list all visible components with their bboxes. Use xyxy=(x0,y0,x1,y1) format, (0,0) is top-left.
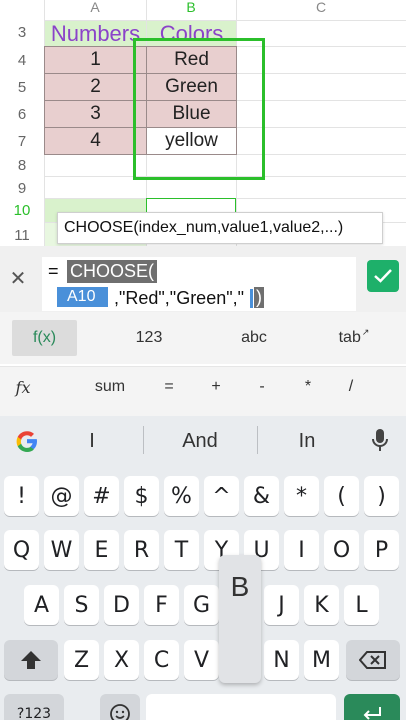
formula-arguments: ,"Red","Green"," xyxy=(114,288,244,308)
row-header[interactable]: 10 xyxy=(0,202,44,219)
key-hash[interactable]: # xyxy=(84,476,119,516)
function-tooltip: CHOOSE(index_num,value1,value2,...) xyxy=(57,212,383,244)
cell-reference-chip[interactable]: A10 xyxy=(57,287,108,307)
divider xyxy=(143,426,144,454)
row-header[interactable]: 4 xyxy=(0,52,44,69)
close-icon: ✕ xyxy=(9,267,27,290)
formula-input[interactable]: = CHOOSE( A10 ,"Red","Green"," ) xyxy=(42,257,356,311)
column-header-c[interactable]: C xyxy=(236,0,406,20)
microphone-icon[interactable] xyxy=(371,428,389,454)
cell-a4[interactable]: 1 xyxy=(44,46,147,74)
key-n[interactable]: N xyxy=(264,640,299,680)
key-s[interactable]: S xyxy=(64,585,99,625)
backspace-key[interactable] xyxy=(346,640,400,680)
formula-function-name: CHOOSE( xyxy=(67,260,158,283)
row-header[interactable]: 5 xyxy=(0,79,44,96)
key-p[interactable]: P xyxy=(364,530,399,570)
fx-key[interactable]: fx xyxy=(12,378,34,397)
emoji-icon xyxy=(110,704,130,720)
key-popup-b: B xyxy=(219,555,261,683)
divide-key[interactable]: / xyxy=(340,378,362,396)
key-f[interactable]: F xyxy=(144,585,179,625)
spreadsheet-grid[interactable]: A B C 3 4 5 6 7 8 9 10 11 Numbers Colors… xyxy=(0,0,406,246)
row-header[interactable]: 11 xyxy=(0,227,44,244)
key-j[interactable]: J xyxy=(264,585,299,625)
enter-key[interactable] xyxy=(344,694,400,720)
key-percent[interactable]: % xyxy=(164,476,199,516)
symbols-key[interactable]: ?123 xyxy=(4,694,64,720)
confirm-button[interactable] xyxy=(367,260,399,292)
backspace-icon xyxy=(359,651,386,669)
row-header[interactable]: 3 xyxy=(0,24,44,41)
suggestion-3[interactable]: In xyxy=(285,430,329,453)
key-close-paren[interactable]: ) xyxy=(364,476,399,516)
selection-box xyxy=(133,38,265,180)
suggestion-2[interactable]: And xyxy=(165,430,235,453)
column-header-a[interactable]: A xyxy=(44,0,146,20)
key-ampersand[interactable]: & xyxy=(244,476,279,516)
divider xyxy=(257,426,258,454)
key-v[interactable]: V xyxy=(184,640,219,680)
tab-numbers[interactable]: 123 xyxy=(120,320,178,356)
key-at[interactable]: @ xyxy=(44,476,79,516)
key-k[interactable]: K xyxy=(304,585,339,625)
key-o[interactable]: O xyxy=(324,530,359,570)
cell-a3[interactable]: Numbers xyxy=(45,21,146,46)
suggestion-1[interactable]: I xyxy=(70,430,114,453)
key-x[interactable]: X xyxy=(104,640,139,680)
tab-tab[interactable]: tab ↗ xyxy=(325,320,383,356)
text-cursor xyxy=(250,289,253,308)
key-g[interactable]: G xyxy=(184,585,219,625)
cell-a6[interactable]: 3 xyxy=(44,100,147,128)
key-c[interactable]: C xyxy=(144,640,179,680)
tab-functions[interactable]: f(x) xyxy=(12,320,77,356)
cell-a5[interactable]: 2 xyxy=(44,73,147,101)
key-i[interactable]: I xyxy=(284,530,319,570)
emoji-key[interactable] xyxy=(100,694,140,720)
tab-label: tab xyxy=(338,329,361,346)
formula-equals: = xyxy=(48,261,59,281)
minus-key[interactable]: - xyxy=(251,378,273,396)
key-m[interactable]: M xyxy=(304,640,339,680)
row-header[interactable]: 8 xyxy=(0,157,44,174)
shift-arrow-icon xyxy=(21,651,41,669)
key-e[interactable]: E xyxy=(84,530,119,570)
key-a[interactable]: A xyxy=(24,585,59,625)
row-header[interactable]: 7 xyxy=(0,133,44,150)
key-w[interactable]: W xyxy=(44,530,79,570)
key-open-paren[interactable]: ( xyxy=(324,476,359,516)
tab-arrow-icon: ↗ xyxy=(361,326,370,337)
column-header-b[interactable]: B xyxy=(146,0,236,20)
multiply-key[interactable]: * xyxy=(297,378,319,396)
enter-icon xyxy=(363,707,381,720)
cell-a7[interactable]: 4 xyxy=(44,127,147,155)
shift-key[interactable] xyxy=(4,640,58,680)
tab-letters[interactable]: abc xyxy=(225,320,283,356)
key-z[interactable]: Z xyxy=(64,640,99,680)
sum-key[interactable]: sum xyxy=(85,378,135,396)
cancel-button[interactable]: ✕ xyxy=(3,263,33,293)
row-header[interactable]: 6 xyxy=(0,106,44,123)
key-exclamation[interactable]: ! xyxy=(4,476,39,516)
key-d[interactable]: D xyxy=(104,585,139,625)
key-r[interactable]: R xyxy=(124,530,159,570)
key-q[interactable]: Q xyxy=(4,530,39,570)
key-l[interactable]: L xyxy=(344,585,379,625)
plus-key[interactable]: + xyxy=(205,378,227,396)
equals-key[interactable]: = xyxy=(158,378,180,396)
key-caret[interactable]: ^ xyxy=(204,476,239,516)
key-asterisk[interactable]: * xyxy=(284,476,319,516)
key-t[interactable]: T xyxy=(164,530,199,570)
google-icon[interactable] xyxy=(14,428,40,454)
checkmark-icon xyxy=(374,269,392,283)
key-dollar[interactable]: $ xyxy=(124,476,159,516)
space-key[interactable] xyxy=(146,694,336,720)
formula-close-paren: ) xyxy=(254,287,264,308)
row-header[interactable]: 9 xyxy=(0,180,44,197)
